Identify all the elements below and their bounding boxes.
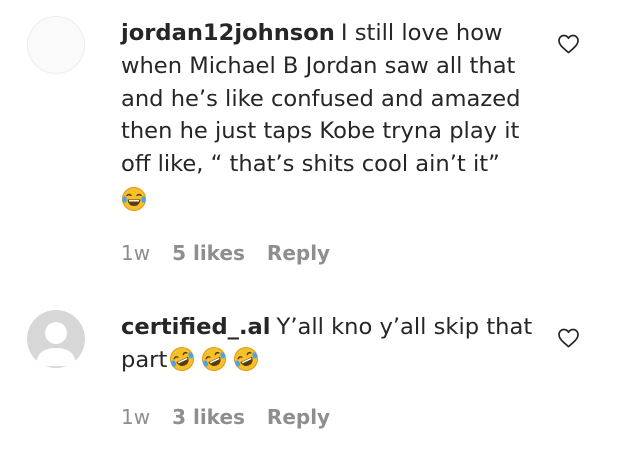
heart-icon[interactable] [556,32,581,56]
comment-text: certified_.al Y’all kno y’all skip that p… [121,311,533,377]
face-with-tears-of-joy-icon [121,186,147,212]
reply-button[interactable]: Reply [267,405,330,429]
rolling-on-the-floor-laughing-icon [169,346,195,372]
comment-username[interactable]: certified_.al [121,314,271,340]
comment-text: jordan12johnson I still love how when Mic… [121,17,533,217]
avatar[interactable] [27,16,85,74]
rolling-on-the-floor-laughing-icon [201,346,227,372]
likes-count[interactable]: 3 likes [172,405,245,429]
emoji-row [121,181,533,217]
rolling-on-the-floor-laughing-icon [233,346,259,372]
likes-count[interactable]: 5 likes [172,241,245,265]
comment-username[interactable]: jordan12johnson [121,20,335,46]
comment-time[interactable]: 1w [121,241,150,265]
reply-button[interactable]: Reply [267,241,330,265]
comment-meta: 1w 5 likes Reply [121,241,330,265]
comment-meta: 1w 3 likes Reply [121,405,330,429]
comment-time[interactable]: 1w [121,405,150,429]
default-avatar-icon[interactable] [27,310,85,368]
heart-icon[interactable] [556,326,581,350]
